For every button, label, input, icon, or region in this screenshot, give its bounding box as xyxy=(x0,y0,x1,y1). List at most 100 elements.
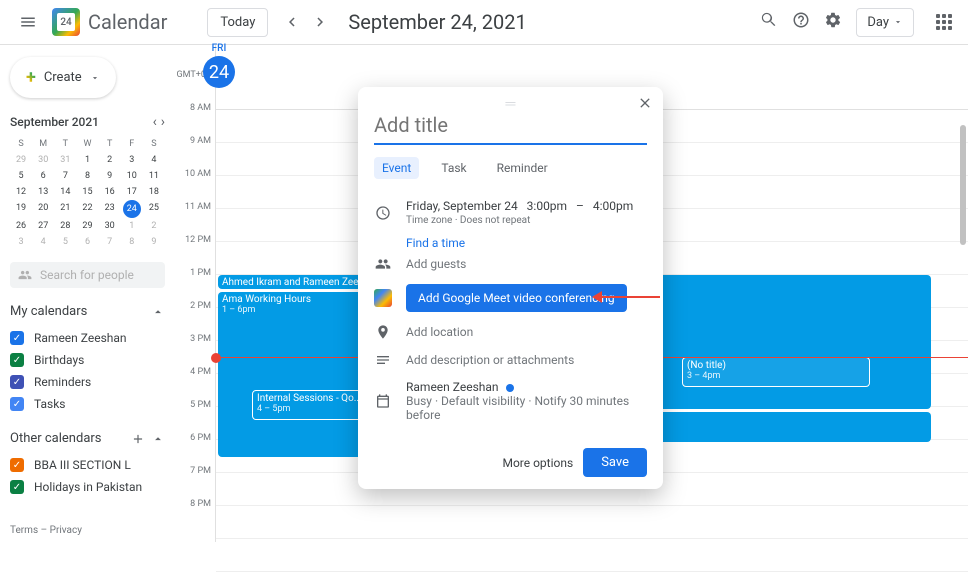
other-calendars-toggle[interactable]: Other calendars xyxy=(10,431,165,446)
mini-day-cell[interactable]: 20 xyxy=(32,200,54,218)
chevron-up-icon xyxy=(151,432,165,446)
event-new-right[interactable] xyxy=(651,275,931,409)
mini-day-today[interactable]: 24 xyxy=(123,200,141,218)
event-title-input[interactable] xyxy=(374,107,647,145)
meet-icon xyxy=(374,289,392,307)
mini-day-cell[interactable]: 13 xyxy=(32,184,54,200)
privacy-link[interactable]: Privacy xyxy=(50,525,82,536)
mini-day-cell[interactable]: 26 xyxy=(10,218,32,234)
terms-link[interactable]: Terms xyxy=(10,525,38,536)
next-period-button[interactable] xyxy=(308,10,332,34)
mini-day-cell[interactable]: 8 xyxy=(121,234,143,250)
mini-day-cell[interactable]: 23 xyxy=(99,200,121,218)
mini-day-cell[interactable]: 2 xyxy=(99,152,121,168)
mini-day-cell[interactable]: 21 xyxy=(54,200,76,218)
add-description-link[interactable]: Add description or attachments xyxy=(406,353,574,367)
mini-day-cell[interactable]: 6 xyxy=(32,168,54,184)
today-button[interactable]: Today xyxy=(207,8,268,37)
mini-day-cell[interactable]: 4 xyxy=(32,234,54,250)
footer: Terms – Privacy xyxy=(10,525,82,536)
tab-event[interactable]: Event xyxy=(374,157,419,179)
mini-day-cell[interactable]: 30 xyxy=(32,152,54,168)
calendar-item[interactable]: ✓Tasks xyxy=(10,393,165,415)
prev-period-button[interactable] xyxy=(280,10,304,34)
calendar-item[interactable]: ✓Reminders xyxy=(10,371,165,393)
create-button[interactable]: + Create xyxy=(10,57,116,98)
modal-drag-handle[interactable]: ═ xyxy=(358,87,663,107)
save-button[interactable]: Save xyxy=(583,448,647,477)
calendar-checkbox[interactable]: ✓ xyxy=(10,375,24,389)
calendar-checkbox[interactable]: ✓ xyxy=(10,480,24,494)
mini-prev-month[interactable]: ‹ xyxy=(153,114,157,130)
mini-day-cell[interactable]: 2 xyxy=(143,218,165,234)
mini-day-cell[interactable]: 7 xyxy=(99,234,121,250)
calendar-item[interactable]: ✓BBA III SECTION L xyxy=(10,454,165,476)
mini-next-month[interactable]: › xyxy=(161,114,165,130)
hour-row[interactable] xyxy=(216,506,968,539)
mini-day-cell[interactable]: 6 xyxy=(76,234,98,250)
add-guests-link[interactable]: Add guests xyxy=(406,257,466,271)
mini-day-cell[interactable]: 8 xyxy=(76,168,98,184)
tab-task[interactable]: Task xyxy=(433,157,474,179)
my-calendars-toggle[interactable]: My calendars xyxy=(10,304,165,319)
mini-day-cell[interactable]: 11 xyxy=(143,168,165,184)
mini-day-cell[interactable]: 16 xyxy=(99,184,121,200)
mini-day-cell[interactable]: 1 xyxy=(121,218,143,234)
mini-day-cell[interactable]: 7 xyxy=(54,168,76,184)
mini-day-cell[interactable]: 12 xyxy=(10,184,32,200)
calendar-item[interactable]: ✓Birthdays xyxy=(10,349,165,371)
mini-day-cell[interactable]: 29 xyxy=(10,152,32,168)
mini-day-cell[interactable]: 19 xyxy=(10,200,32,218)
help-icon[interactable] xyxy=(792,11,810,33)
mini-day-cell[interactable]: 1 xyxy=(76,152,98,168)
hour-row[interactable] xyxy=(216,539,968,572)
mini-day-cell[interactable]: 28 xyxy=(54,218,76,234)
calendar-checkbox[interactable]: ✓ xyxy=(10,458,24,472)
mini-day-cell[interactable]: 9 xyxy=(99,168,121,184)
mini-day-cell[interactable]: 30 xyxy=(99,218,121,234)
add-location-link[interactable]: Add location xyxy=(406,325,473,339)
mini-day-cell[interactable]: 3 xyxy=(10,234,32,250)
search-icon[interactable] xyxy=(760,11,778,33)
mini-day-cell[interactable]: 3 xyxy=(121,152,143,168)
calendar-icon: 24 xyxy=(52,8,80,36)
event-no-title[interactable]: (No title) 3 – 4pm xyxy=(682,357,870,387)
calendar-item[interactable]: ✓Rameen Zeeshan xyxy=(10,327,165,349)
close-icon[interactable] xyxy=(637,95,653,115)
apps-icon[interactable] xyxy=(936,14,952,30)
plus-icon: + xyxy=(26,67,36,88)
event-new-right-2[interactable] xyxy=(651,412,931,442)
calendar-item[interactable]: ✓Holidays in Pakistan xyxy=(10,476,165,498)
mini-day-cell[interactable]: 25 xyxy=(143,200,165,218)
tab-reminder[interactable]: Reminder xyxy=(489,157,556,179)
mini-day-cell[interactable]: 31 xyxy=(54,152,76,168)
calendar-checkbox[interactable]: ✓ xyxy=(10,331,24,345)
add-meet-button[interactable]: Add Google Meet video conferencing xyxy=(406,284,627,312)
current-date-label: September 24, 2021 xyxy=(348,10,526,34)
mini-day-cell[interactable]: 14 xyxy=(54,184,76,200)
mini-day-cell[interactable]: 9 xyxy=(143,234,165,250)
mini-day-cell[interactable]: 17 xyxy=(121,184,143,200)
mini-day-cell[interactable]: 10 xyxy=(121,168,143,184)
mini-day-cell[interactable]: 4 xyxy=(143,152,165,168)
add-calendar-icon[interactable] xyxy=(131,432,145,446)
scrollbar-thumb[interactable] xyxy=(960,125,966,245)
calendar-checkbox[interactable]: ✓ xyxy=(10,397,24,411)
search-people-input[interactable]: Search for people xyxy=(10,262,165,288)
more-options-button[interactable]: More options xyxy=(502,456,573,470)
mini-day-cell[interactable]: 5 xyxy=(10,168,32,184)
mini-day-cell[interactable]: 5 xyxy=(54,234,76,250)
day-number[interactable]: 24 xyxy=(203,56,235,88)
organizer-name[interactable]: Rameen Zeeshan xyxy=(406,380,499,394)
mini-day-cell[interactable]: 27 xyxy=(32,218,54,234)
mini-day-cell[interactable]: 22 xyxy=(76,200,98,218)
view-selector[interactable]: Day xyxy=(856,8,914,37)
mini-day-cell[interactable]: 18 xyxy=(143,184,165,200)
mini-day-cell[interactable]: 29 xyxy=(76,218,98,234)
main-menu-button[interactable] xyxy=(16,10,40,34)
calendar-checkbox[interactable]: ✓ xyxy=(10,353,24,367)
mini-day-cell[interactable]: 15 xyxy=(76,184,98,200)
logo[interactable]: 24 Calendar xyxy=(52,8,167,36)
find-time-link[interactable]: Find a time xyxy=(406,236,647,250)
settings-icon[interactable] xyxy=(824,11,842,33)
